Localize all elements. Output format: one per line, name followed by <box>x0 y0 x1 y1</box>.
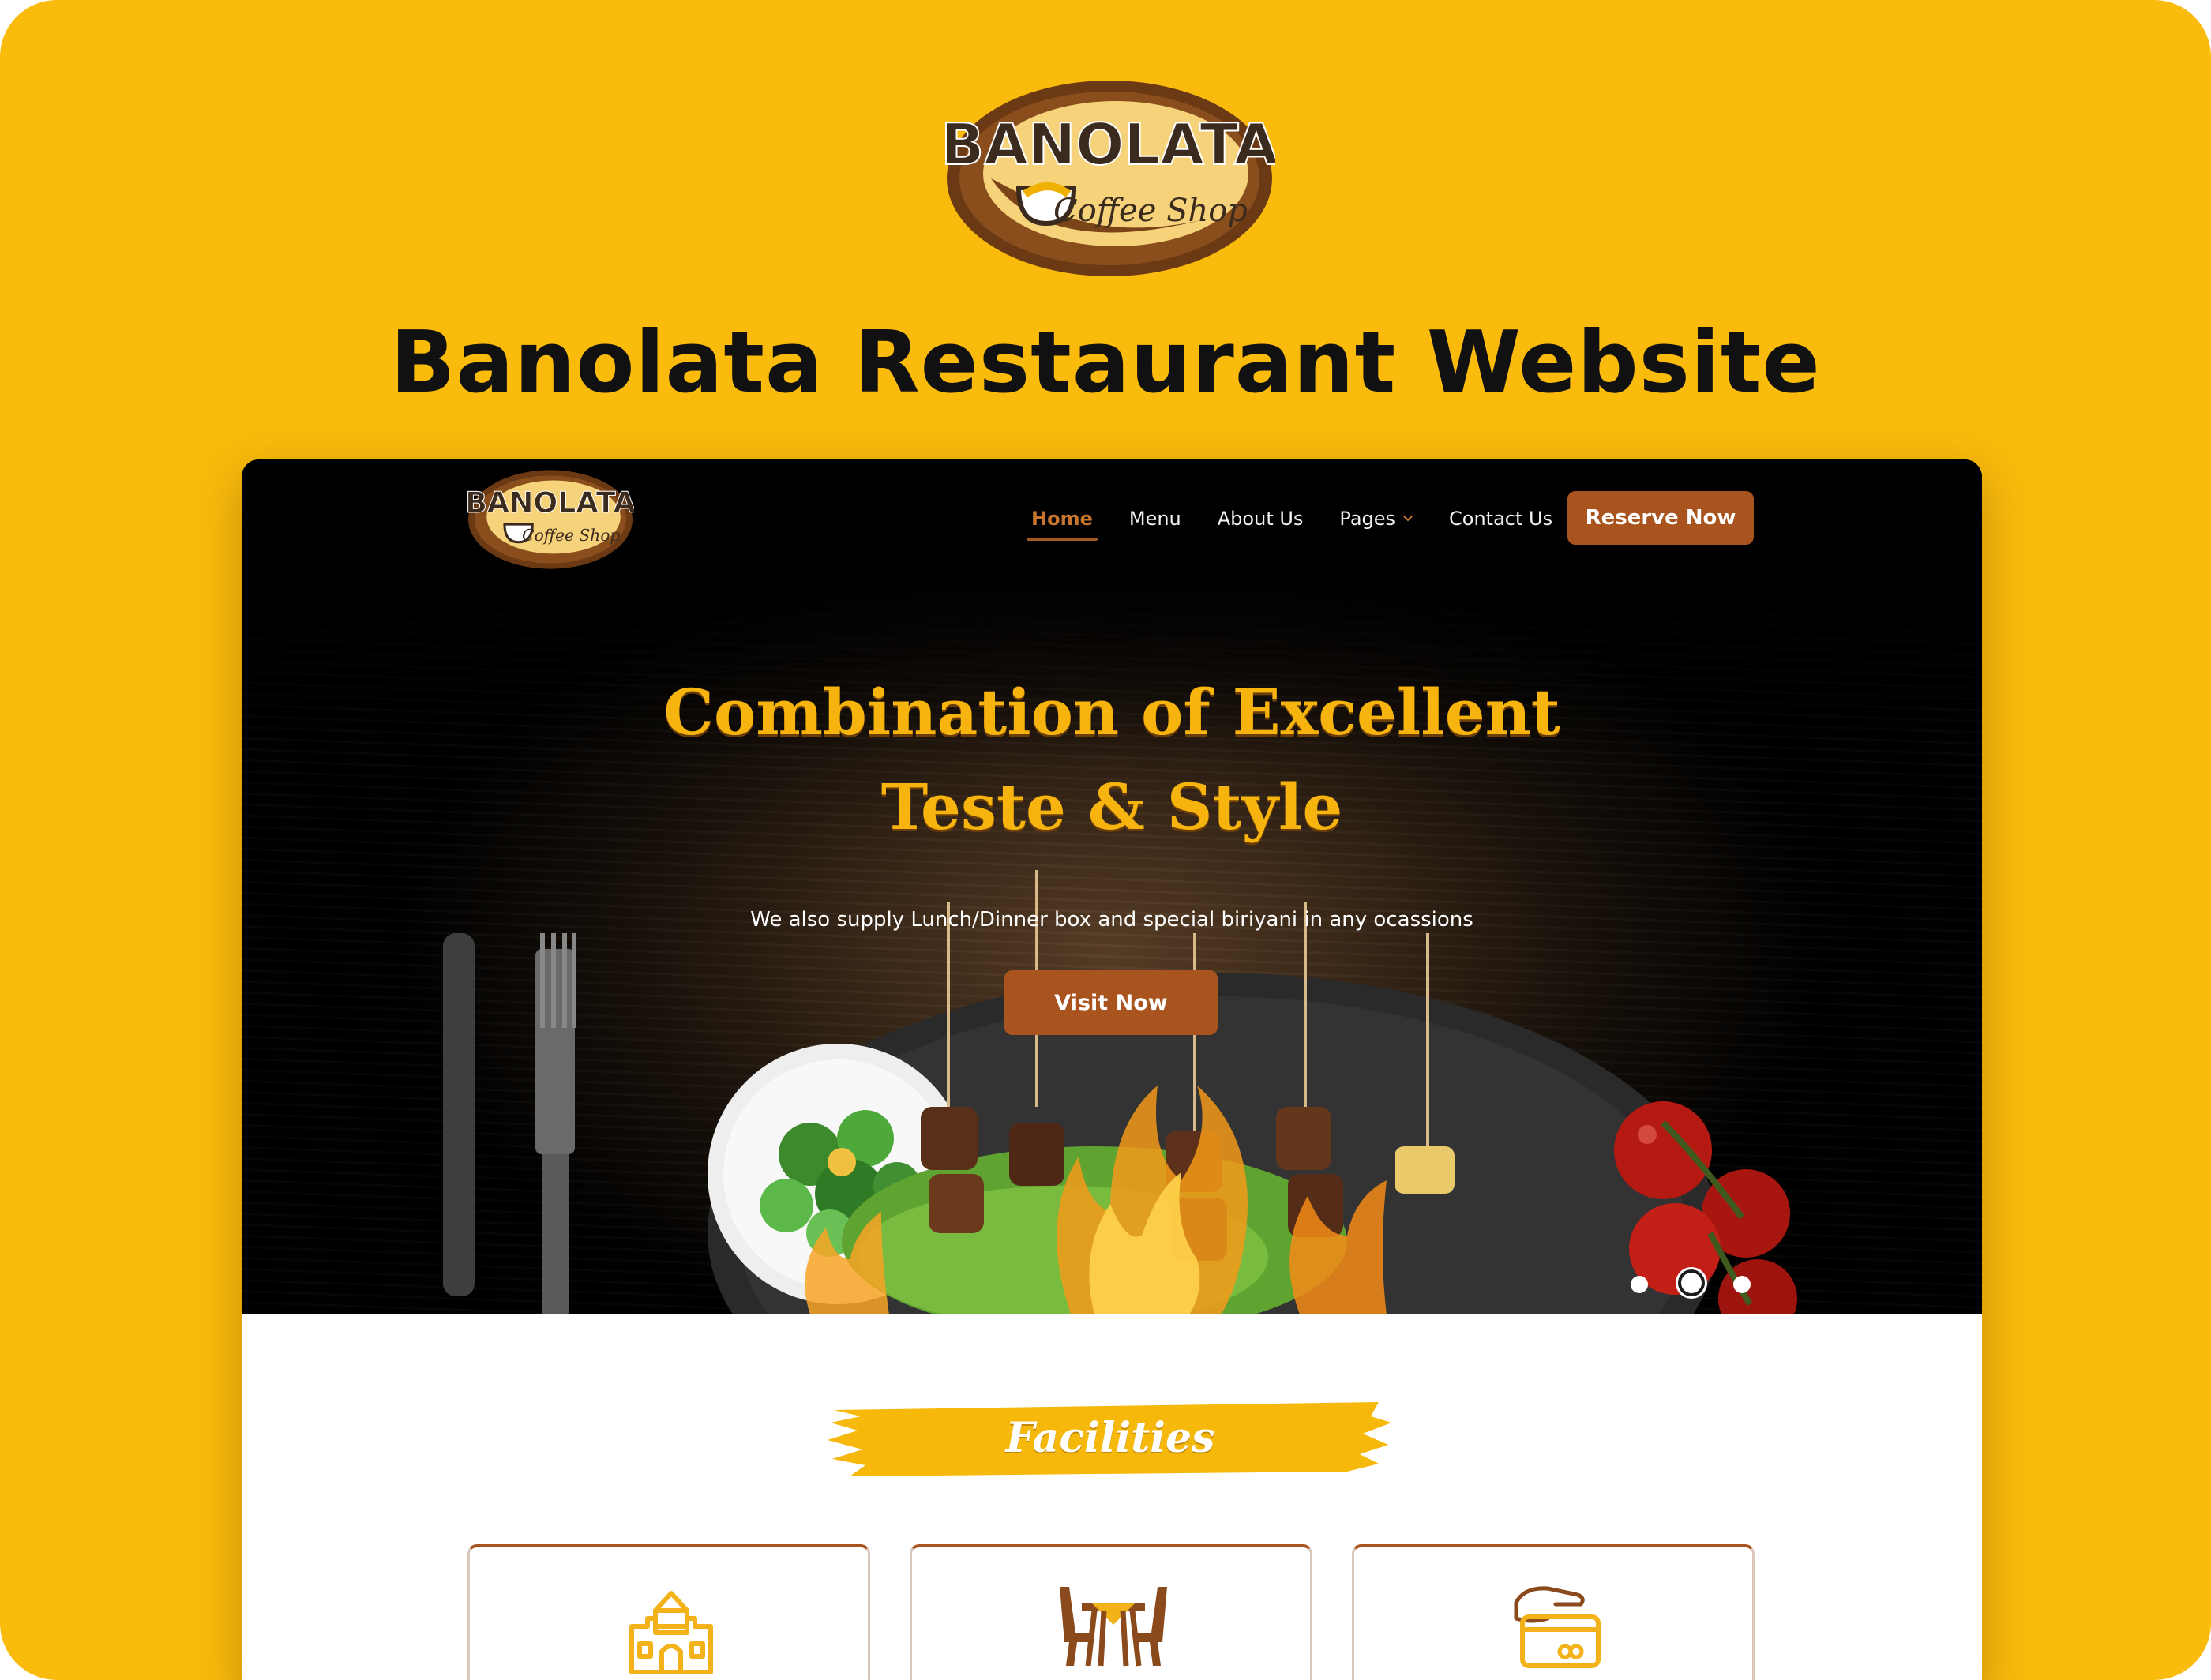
nav-menu-label: Menu <box>1128 508 1181 530</box>
hero-title-line2: Teste & Style <box>880 770 1343 844</box>
hero-title-line1: Combination of Excellent <box>663 675 1560 749</box>
facility-card-2[interactable] <box>910 1544 1312 1680</box>
website-mockup: BANOLATA Coffee Shop Home Menu About Us … <box>242 459 1982 1680</box>
facility-card-1[interactable] <box>467 1544 870 1680</box>
dining-table-icon <box>1060 1587 1167 1667</box>
page-title: Banolata Restaurant Website <box>390 313 1821 412</box>
castle-icon <box>629 1591 713 1674</box>
hero-subtitle: We also supply Lunch/Dinner box and spec… <box>750 908 1473 932</box>
reserve-now-button[interactable]: Reserve Now <box>1567 491 1754 545</box>
svg-text:Coffee Shop: Coffee Shop <box>522 526 620 545</box>
hero-title: Combination of Excellent Teste & Style <box>242 665 1982 854</box>
main-nav: Home Menu About Us Pages Contact Us <box>1027 491 1589 546</box>
svg-text:Coffee Shop: Coffee Shop <box>1053 193 1248 229</box>
slider-dot-3[interactable] <box>1733 1276 1751 1293</box>
nav-logo[interactable]: BANOLATA Coffee Shop <box>467 467 634 572</box>
svg-text:BANOLATA: BANOLATA <box>467 486 634 519</box>
nav-about-label: About Us <box>1217 508 1304 530</box>
hero-banner: BANOLATA Coffee Shop Home Menu About Us … <box>242 459 1982 1314</box>
facility-card-3[interactable] <box>1352 1544 1755 1680</box>
nav-about-us[interactable]: About Us <box>1218 508 1304 530</box>
slider-dots <box>1627 1273 1754 1299</box>
nav-contact-us[interactable]: Contact Us <box>1449 508 1552 530</box>
facilities-title: Facilities <box>1005 1414 1215 1462</box>
nav-pages[interactable]: Pages <box>1339 508 1413 530</box>
nav-pages-label: Pages <box>1339 508 1396 530</box>
facilities-heading: Facilities <box>826 1399 1395 1478</box>
slider-dot-1[interactable] <box>1631 1276 1648 1293</box>
chevron-down-icon <box>1403 516 1413 522</box>
nav-home-label: Home <box>1031 508 1093 530</box>
svg-text:BANOLATA: BANOLATA <box>944 111 1275 178</box>
slider-dot-2[interactable] <box>1681 1273 1702 1293</box>
card-payment-icon <box>1514 1586 1601 1668</box>
visit-now-button[interactable]: Visit Now <box>1004 970 1218 1035</box>
nav-menu[interactable]: Menu <box>1129 508 1181 530</box>
nav-contact-label: Contact Us <box>1449 508 1553 530</box>
presentation-board: BANOLATA Coffee Shop Banolata Restaurant… <box>0 0 2211 1680</box>
nav-home[interactable]: Home <box>1027 508 1098 541</box>
banolata-logo: BANOLATA Coffee Shop <box>944 77 1275 279</box>
